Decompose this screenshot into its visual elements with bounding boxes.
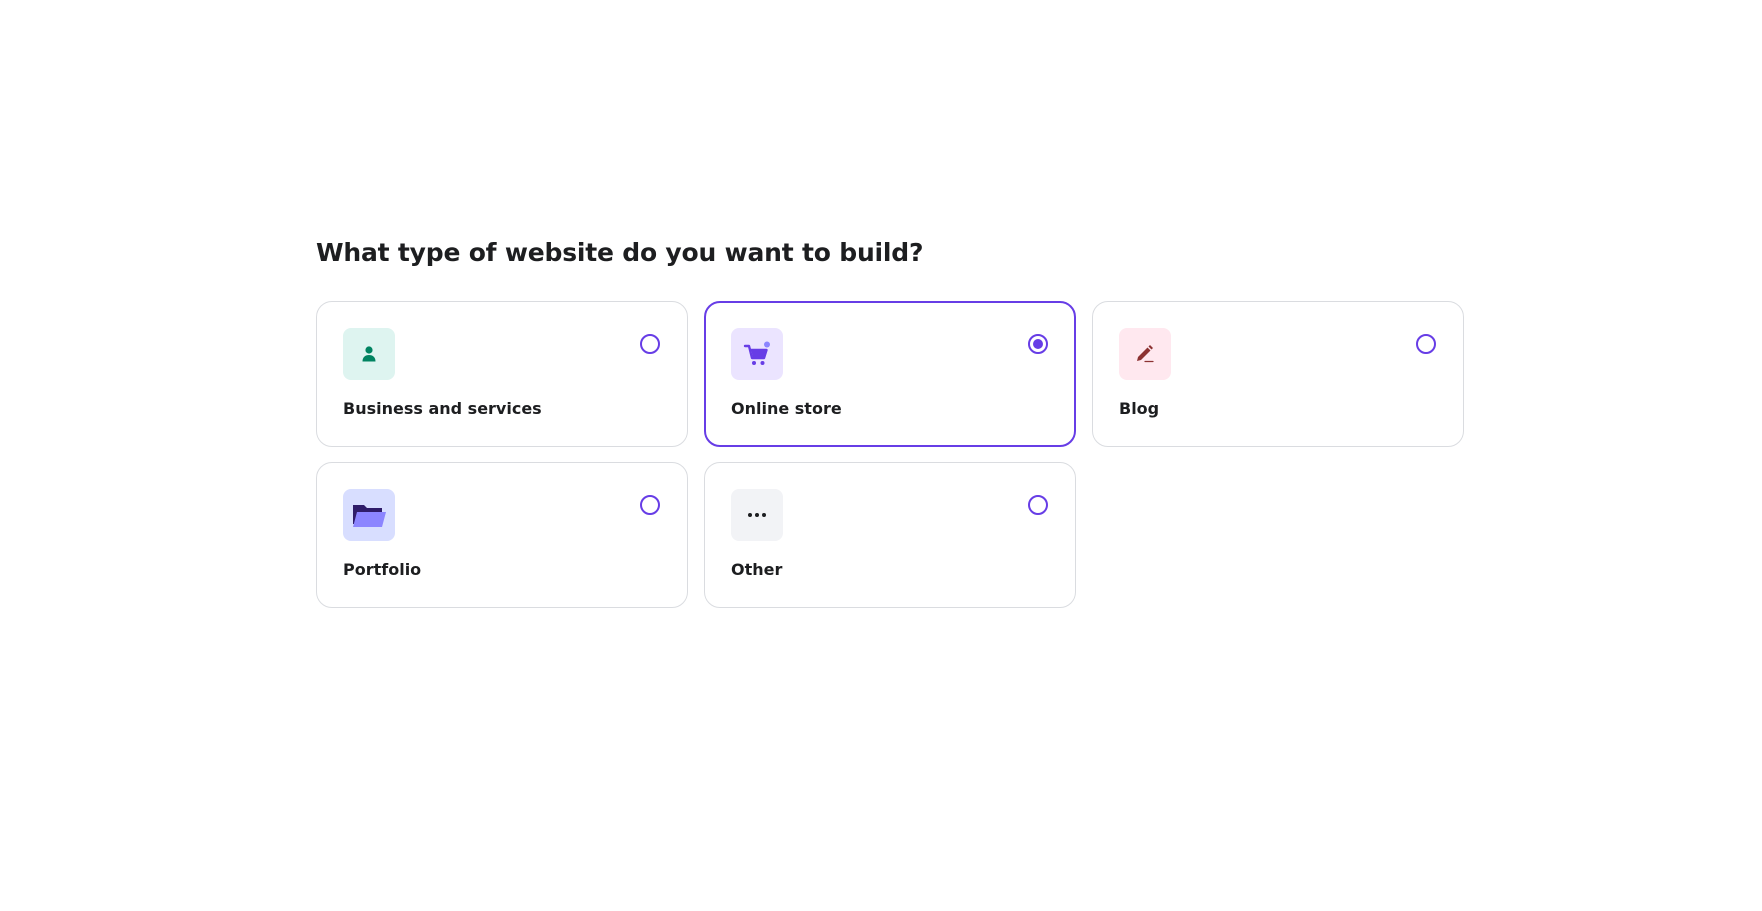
- option-label: Online store: [731, 399, 842, 418]
- option-card-blog[interactable]: Blog: [1092, 301, 1464, 447]
- shopping-cart-icon: [731, 328, 783, 380]
- option-radio[interactable]: [1028, 495, 1048, 515]
- option-radio[interactable]: [640, 334, 660, 354]
- person-icon: [343, 328, 395, 380]
- option-card-other[interactable]: Other: [704, 462, 1076, 608]
- option-label: Blog: [1119, 399, 1160, 418]
- option-label: Business and services: [343, 399, 542, 418]
- option-label: Other: [731, 560, 783, 579]
- more-dots-icon: [731, 489, 783, 541]
- pen-icon: [1119, 328, 1171, 380]
- option-card-portfolio[interactable]: Portfolio: [316, 462, 688, 608]
- page-title: What type of website do you want to buil…: [316, 238, 924, 267]
- option-label: Portfolio: [343, 560, 422, 579]
- option-card-online-store[interactable]: Online store: [704, 301, 1076, 447]
- option-card-business-and-services[interactable]: Business and services: [316, 301, 688, 447]
- radio-selected-dot: [1033, 339, 1043, 349]
- folder-icon: [343, 489, 395, 541]
- option-radio-selected[interactable]: [1028, 334, 1048, 354]
- option-radio[interactable]: [640, 495, 660, 515]
- website-type-options: Business and services Online store Blog …: [316, 301, 1464, 608]
- option-radio[interactable]: [1416, 334, 1436, 354]
- website-type-page: What type of website do you want to buil…: [0, 0, 1762, 911]
